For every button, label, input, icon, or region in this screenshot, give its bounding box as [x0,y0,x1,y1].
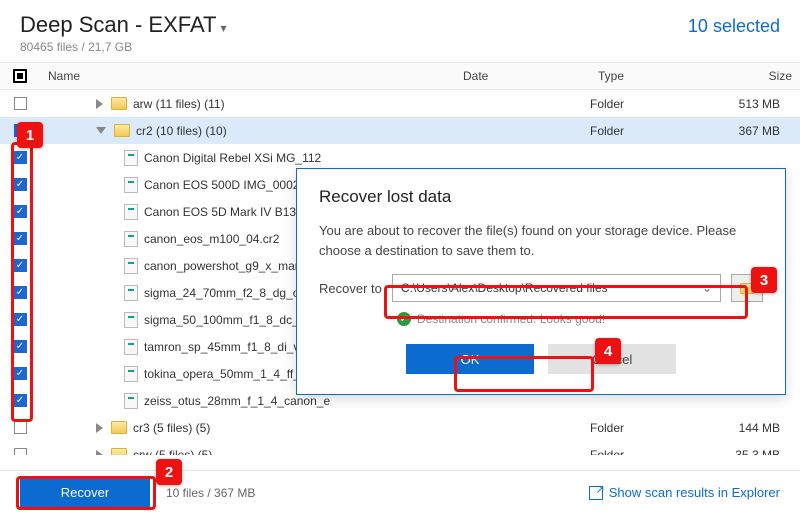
file-summary: 80465 files / 21,7 GB [20,40,226,54]
select-all-checkbox[interactable] [13,69,27,83]
chevron-down-icon: ▾ [220,21,226,35]
image-file-icon [124,150,138,166]
row-name: crw (5 files) (5) [133,448,212,456]
row-checkbox[interactable] [14,286,27,299]
row-name: cr2 (10 files) (10) [136,124,227,138]
callout-3: 3 [751,267,777,293]
column-headers: Name Date Type Size [0,62,800,90]
table-row[interactable]: cr2 (10 files) (10)Folder367 MB [0,117,800,144]
image-file-icon [124,177,138,193]
footer-count: 10 files / 367 MB [166,486,255,500]
expand-icon[interactable] [96,127,106,134]
check-circle-icon: ✓ [397,312,411,326]
row-name: canon_eos_m100_04.cr2 [144,232,279,246]
folder-icon [111,97,127,110]
recover-dialog: Recover lost data You are about to recov… [296,168,786,395]
chevron-down-icon: ⌄ [702,281,712,295]
col-type[interactable]: Type [590,63,700,89]
table-row[interactable]: arw (11 files) (11)Folder513 MB [0,90,800,117]
callout-4: 4 [595,338,621,364]
image-file-icon [124,204,138,220]
image-file-icon [124,366,138,382]
folder-icon [111,448,127,455]
table-row[interactable]: cr3 (5 files) (5)Folder144 MB [0,414,800,441]
recover-button[interactable]: Recover [20,478,150,508]
page-title[interactable]: Deep Scan - EXFAT▾ [20,12,226,38]
table-row[interactable]: crw (5 files) (5)Folder35,3 MB [0,441,800,455]
row-name: Canon Digital Rebel XSi MG_112 [144,151,321,165]
row-checkbox[interactable] [14,178,27,191]
header: Deep Scan - EXFAT▾ 80465 files / 21,7 GB… [0,0,800,62]
row-name: zeiss_otus_28mm_f_1_4_canon_e [144,394,330,408]
show-in-explorer-link[interactable]: Show scan results in Explorer [589,485,780,500]
row-checkbox[interactable] [14,97,27,110]
col-size[interactable]: Size [700,63,800,89]
row-checkbox[interactable] [14,421,27,434]
expand-icon[interactable] [96,450,103,456]
folder-icon [111,421,127,434]
col-name[interactable]: Name [40,63,455,89]
row-name: arw (11 files) (11) [133,97,225,111]
image-file-icon [124,285,138,301]
row-checkbox[interactable] [14,313,27,326]
callout-2: 2 [156,459,182,485]
dialog-body: You are about to recover the file(s) fou… [319,221,763,260]
expand-icon[interactable] [96,99,103,109]
footer: Recover 10 files / 367 MB Show scan resu… [0,470,800,514]
row-checkbox[interactable] [14,232,27,245]
row-checkbox[interactable] [14,205,27,218]
row-checkbox[interactable] [14,340,27,353]
ok-button[interactable]: OK [406,344,534,374]
selected-count: 10 selected [688,16,780,37]
row-checkbox[interactable] [14,367,27,380]
row-checkbox[interactable] [14,151,27,164]
recover-to-label: Recover to [319,281,382,296]
destination-confirmation: ✓ Destination confirmed. Looks good! [397,312,763,326]
image-file-icon [124,312,138,328]
table-row[interactable]: Canon Digital Rebel XSi MG_112 [0,144,800,171]
image-file-icon [124,339,138,355]
row-checkbox[interactable] [14,394,27,407]
callout-1: 1 [17,122,43,148]
destination-path-select[interactable]: C:\Users\Alex\Desktop\Recovered files ⌄ [392,274,721,302]
row-checkbox[interactable] [14,259,27,272]
folder-icon [114,124,130,137]
image-file-icon [124,393,138,409]
row-checkbox[interactable] [14,448,27,455]
image-file-icon [124,258,138,274]
external-link-icon [589,486,603,500]
dialog-title: Recover lost data [319,187,763,207]
col-date[interactable]: Date [455,63,590,89]
expand-icon[interactable] [96,423,103,433]
image-file-icon [124,231,138,247]
row-name: cr3 (5 files) (5) [133,421,210,435]
